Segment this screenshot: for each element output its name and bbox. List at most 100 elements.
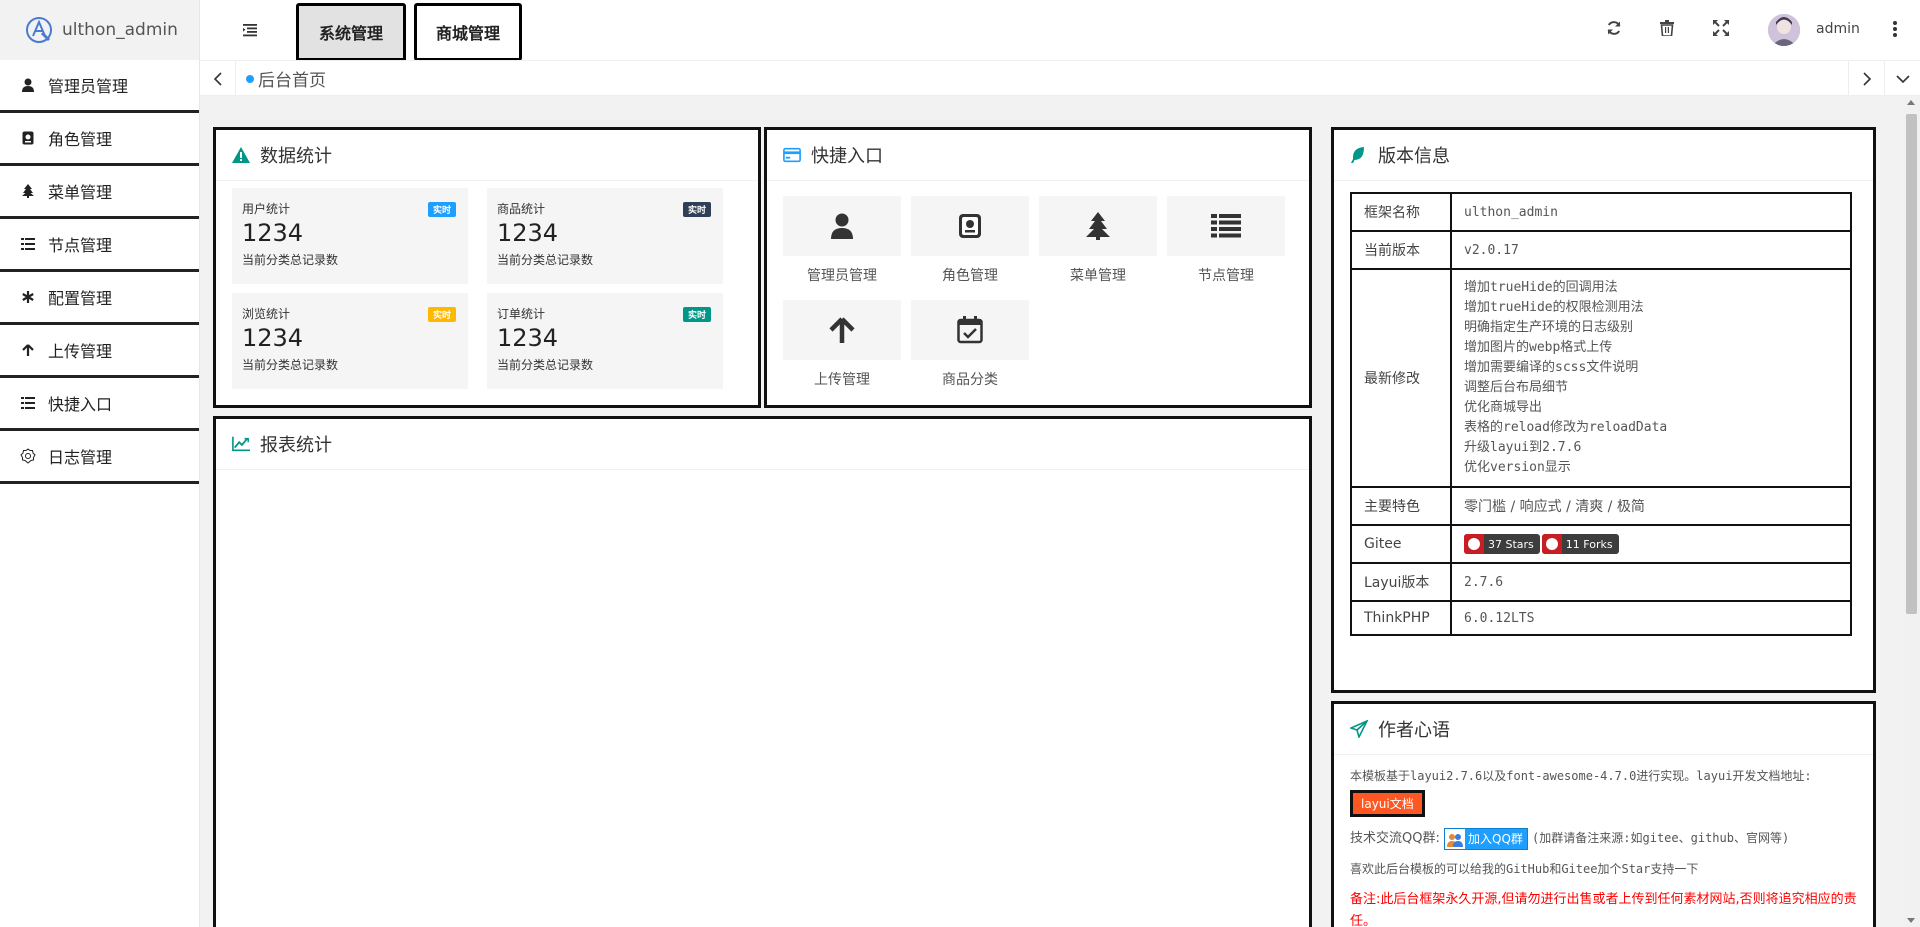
stat-value: 1234	[242, 324, 304, 352]
stat-desc: 当前分类总记录数	[497, 253, 594, 267]
version-table: 框架名称 ulthon_admin 当前版本 v2.0.17 最新修改 增加tr…	[1350, 192, 1852, 636]
stat-users[interactable]: 用户统计 实时 1234 当前分类总记录数	[232, 188, 468, 284]
quick-link-label: 上传管理	[814, 372, 870, 388]
card-title: 快捷入口	[811, 146, 883, 167]
license-note-text: 备注:此后台框架永久开源,但请勿进行出售或者上传到任何素材网站,否则将追究相应的…	[1350, 892, 1857, 927]
quick-link-admin[interactable]: 管理员管理	[783, 196, 901, 285]
chevron-down-icon[interactable]	[1884, 61, 1920, 96]
gitee-icon	[1464, 534, 1484, 554]
list-icon	[1211, 214, 1241, 238]
username[interactable]: admin	[1816, 21, 1860, 37]
sidebar-toggle-icon[interactable]	[243, 22, 259, 38]
stat-goods[interactable]: 商品统计 实时 1234 当前分类总记录数	[487, 188, 723, 284]
status-badge: 实时	[427, 307, 456, 322]
card-header: 快捷入口	[767, 130, 1309, 181]
table-cell-value: 37 Stars 11 Forks	[1450, 524, 1852, 564]
quick-link-label: 节点管理	[1198, 268, 1254, 284]
logo-text: ulthon_admin	[62, 20, 178, 40]
stat-value: 1234	[242, 219, 304, 247]
card-header: 版本信息	[1334, 130, 1873, 181]
fullscreen-icon[interactable]	[1713, 20, 1731, 38]
report-chart-area	[216, 471, 1309, 927]
page-tab-bar: 后台首页	[200, 60, 1920, 96]
logo-icon	[26, 17, 52, 43]
stat-desc: 当前分类总记录数	[497, 358, 594, 372]
tab-mall[interactable]: 商城管理	[414, 3, 522, 61]
user-icon	[831, 213, 853, 239]
sidebar-item-quick[interactable]: 快捷入口	[0, 378, 199, 431]
user-icon	[20, 77, 36, 93]
card-title: 报表统计	[260, 435, 332, 456]
layui-doc-button[interactable]: layui文档	[1350, 790, 1425, 817]
card-header: 数据统计	[216, 130, 758, 181]
refresh-icon[interactable]	[1606, 20, 1624, 38]
quick-link-role[interactable]: 角色管理	[911, 196, 1029, 285]
stat-value: 1234	[497, 219, 559, 247]
stats-card: 数据统计 用户统计 实时 1234 当前分类总记录数 商品统计 实时 1234 …	[213, 127, 761, 408]
quick-link-menu[interactable]: 菜单管理	[1039, 196, 1157, 285]
gitee-forks-badge[interactable]: 11 Forks	[1541, 534, 1619, 554]
scroll-up-icon[interactable]	[1907, 100, 1915, 105]
changelog-line: 增加trueHide的回调用法	[1464, 280, 1618, 295]
quick-link-category[interactable]: 商品分类	[911, 300, 1029, 389]
table-cell-value: v2.0.17	[1450, 230, 1852, 270]
page-scrollbar[interactable]	[1903, 96, 1920, 927]
gitee-stars-badge[interactable]: 37 Stars	[1464, 534, 1540, 554]
quick-link-label: 菜单管理	[1070, 268, 1126, 284]
sidebar-item-label: 角色管理	[48, 130, 113, 149]
card-header: 作者心语	[1334, 704, 1873, 755]
credit-card-icon	[783, 146, 801, 164]
tab-home-label: 后台首页	[258, 71, 326, 91]
changelog-line: 调整后台布局细节	[1464, 380, 1569, 395]
author-text: 喜欢此后台模板的可以给我的GitHub和Gitee加个Star支持一下	[1350, 858, 1857, 881]
gear-outline-icon	[20, 448, 36, 464]
forks-count: 11 Forks	[1565, 537, 1613, 551]
sidebar-item-upload[interactable]: 上传管理	[0, 325, 199, 378]
sidebar-item-label: 快捷入口	[48, 395, 113, 414]
stat-orders[interactable]: 订单统计 实时 1234 当前分类总记录数	[487, 293, 723, 389]
stat-title: 订单统计	[497, 307, 546, 321]
card-header: 报表统计	[216, 419, 1309, 470]
arrow-up-icon	[829, 317, 855, 343]
quick-link-label: 管理员管理	[807, 268, 877, 284]
table-cell-key: 最新修改	[1350, 268, 1452, 488]
sidebar-item-menu[interactable]: 菜单管理	[0, 166, 199, 219]
stat-views[interactable]: 浏览统计 实时 1234 当前分类总记录数	[232, 293, 468, 389]
tab-home[interactable]: 后台首页	[246, 61, 326, 96]
quick-link-upload[interactable]: 上传管理	[783, 300, 901, 389]
sidebar-item-role[interactable]: 角色管理	[0, 113, 199, 166]
table-row: 当前版本 v2.0.17	[1350, 230, 1852, 270]
qq-prefix: 技术交流QQ群:	[1350, 831, 1440, 846]
changelog-line: 优化version显示	[1464, 460, 1571, 475]
status-badge: 实时	[682, 307, 711, 322]
card-title: 数据统计	[260, 146, 332, 167]
avatar[interactable]	[1768, 14, 1800, 46]
sidebar: ulthon_admin 管理员管理 角色管理 菜单管理 节点管理 配置管理 上…	[0, 0, 200, 927]
sidebar-item-node[interactable]: 节点管理	[0, 219, 199, 272]
sidebar-item-config[interactable]: 配置管理	[0, 272, 199, 325]
warning-icon	[232, 146, 250, 164]
status-badge: 实时	[427, 202, 456, 217]
sidebar-item-label: 上传管理	[48, 342, 113, 361]
table-cell-key: 框架名称	[1350, 192, 1452, 232]
leaf-icon	[1350, 146, 1368, 164]
table-cell-value: ulthon_admin	[1450, 192, 1852, 232]
table-cell-value: 6.0.12LTS	[1450, 600, 1852, 636]
logo[interactable]: ulthon_admin	[0, 0, 199, 60]
tabs-scroll-right-icon[interactable]	[1848, 61, 1884, 96]
tab-system[interactable]: 系统管理	[296, 3, 406, 61]
join-qq-button[interactable]: 加入QQ群	[1444, 827, 1528, 850]
sidebar-item-label: 配置管理	[48, 289, 113, 308]
changelog-line: 优化商城导出	[1464, 400, 1543, 415]
scrollbar-thumb[interactable]	[1906, 114, 1917, 614]
sidebar-item-label: 日志管理	[48, 448, 113, 467]
more-vertical-icon[interactable]	[1892, 20, 1898, 38]
quick-link-node[interactable]: 节点管理	[1167, 196, 1285, 285]
scroll-down-icon[interactable]	[1907, 918, 1915, 923]
sidebar-item-log[interactable]: 日志管理	[0, 431, 199, 484]
tabs-scroll-left-icon[interactable]	[200, 61, 236, 96]
license-note: 备注:此后台框架永久开源,但请勿进行出售或者上传到任何素材网站,否则将追究相应的…	[1350, 889, 1857, 927]
version-card: 版本信息 框架名称 ulthon_admin 当前版本 v2.0.17 最新修改…	[1331, 127, 1876, 693]
sidebar-item-admin[interactable]: 管理员管理	[0, 60, 199, 113]
trash-icon[interactable]	[1660, 20, 1678, 38]
